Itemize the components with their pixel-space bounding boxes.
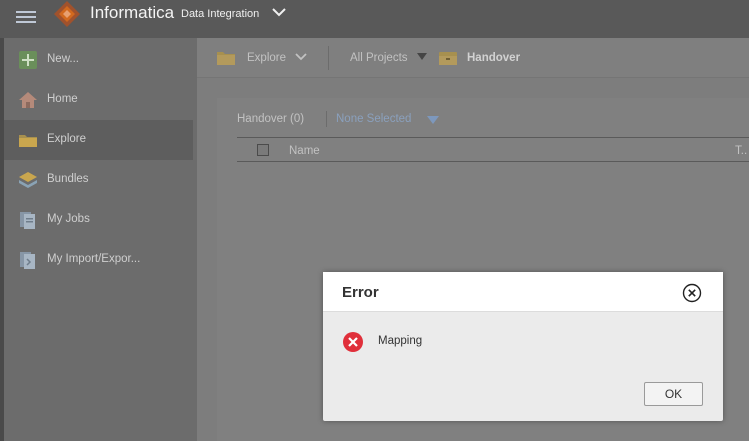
home-icon <box>19 92 37 108</box>
sidebar-item-my-jobs[interactable]: My Jobs <box>4 200 193 240</box>
sidebar-item-home[interactable]: Home <box>4 80 193 120</box>
project-folder-icon <box>439 52 457 65</box>
dialog-header: Error <box>323 272 723 312</box>
sidebar-item-label: My Jobs <box>47 213 90 225</box>
caret-down-icon[interactable] <box>416 52 428 62</box>
caret-down-icon[interactable] <box>426 115 440 125</box>
sidebar-item-label: Home <box>47 93 78 105</box>
table-header-bottom-border <box>237 161 749 162</box>
folder-icon <box>19 135 37 147</box>
top-bar: Informatica Data Integration <box>0 0 749 38</box>
sidebar-item-label: Bundles <box>47 173 89 185</box>
error-icon <box>343 332 363 352</box>
sidebar-item-import-export[interactable]: My Import/Expor... <box>4 240 193 280</box>
error-dialog: Error Mapping OK <box>323 272 723 421</box>
list-title: Handover (0) <box>237 113 305 125</box>
folder-icon <box>217 52 235 65</box>
menu-icon[interactable] <box>16 8 36 28</box>
import-export-icon <box>20 252 35 269</box>
sidebar-item-explore[interactable]: Explore <box>4 120 193 160</box>
project-filter-dropdown[interactable]: All Projects <box>350 52 408 64</box>
chevron-down-icon[interactable] <box>271 4 287 20</box>
dialog-message: Mapping <box>378 335 423 347</box>
chevron-down-icon[interactable] <box>294 50 308 64</box>
ok-button[interactable]: OK <box>644 382 703 406</box>
product-name[interactable]: Data Integration <box>181 8 259 20</box>
folder-name: Handover <box>467 52 521 64</box>
jobs-icon <box>20 212 35 229</box>
brand-name: Informatica <box>90 3 175 22</box>
sidebar-item-new[interactable]: New... <box>4 40 193 80</box>
sidebar-item-label: My Import/Expor... <box>47 253 141 265</box>
sidebar-item-bundles[interactable]: Bundles <box>4 160 193 200</box>
column-header-name[interactable]: Name <box>289 145 320 157</box>
informatica-logo-icon <box>54 1 80 27</box>
toolbar: Explore All Projects Handover <box>197 38 749 78</box>
close-icon[interactable] <box>682 283 702 303</box>
toolbar-divider <box>328 46 329 70</box>
column-header-type[interactable]: T.. <box>735 145 747 157</box>
explore-dropdown[interactable]: Explore <box>247 52 286 64</box>
bundles-icon <box>19 172 37 188</box>
selection-dropdown[interactable]: None Selected <box>336 113 411 125</box>
table-header-top-border <box>237 137 749 138</box>
dialog-title: Error <box>342 284 379 301</box>
list-header-divider <box>326 111 327 127</box>
sidebar-item-label: Explore <box>47 133 86 145</box>
sidebar-item-label: New... <box>47 53 79 65</box>
select-all-checkbox[interactable] <box>257 144 269 156</box>
plus-icon <box>19 51 37 69</box>
